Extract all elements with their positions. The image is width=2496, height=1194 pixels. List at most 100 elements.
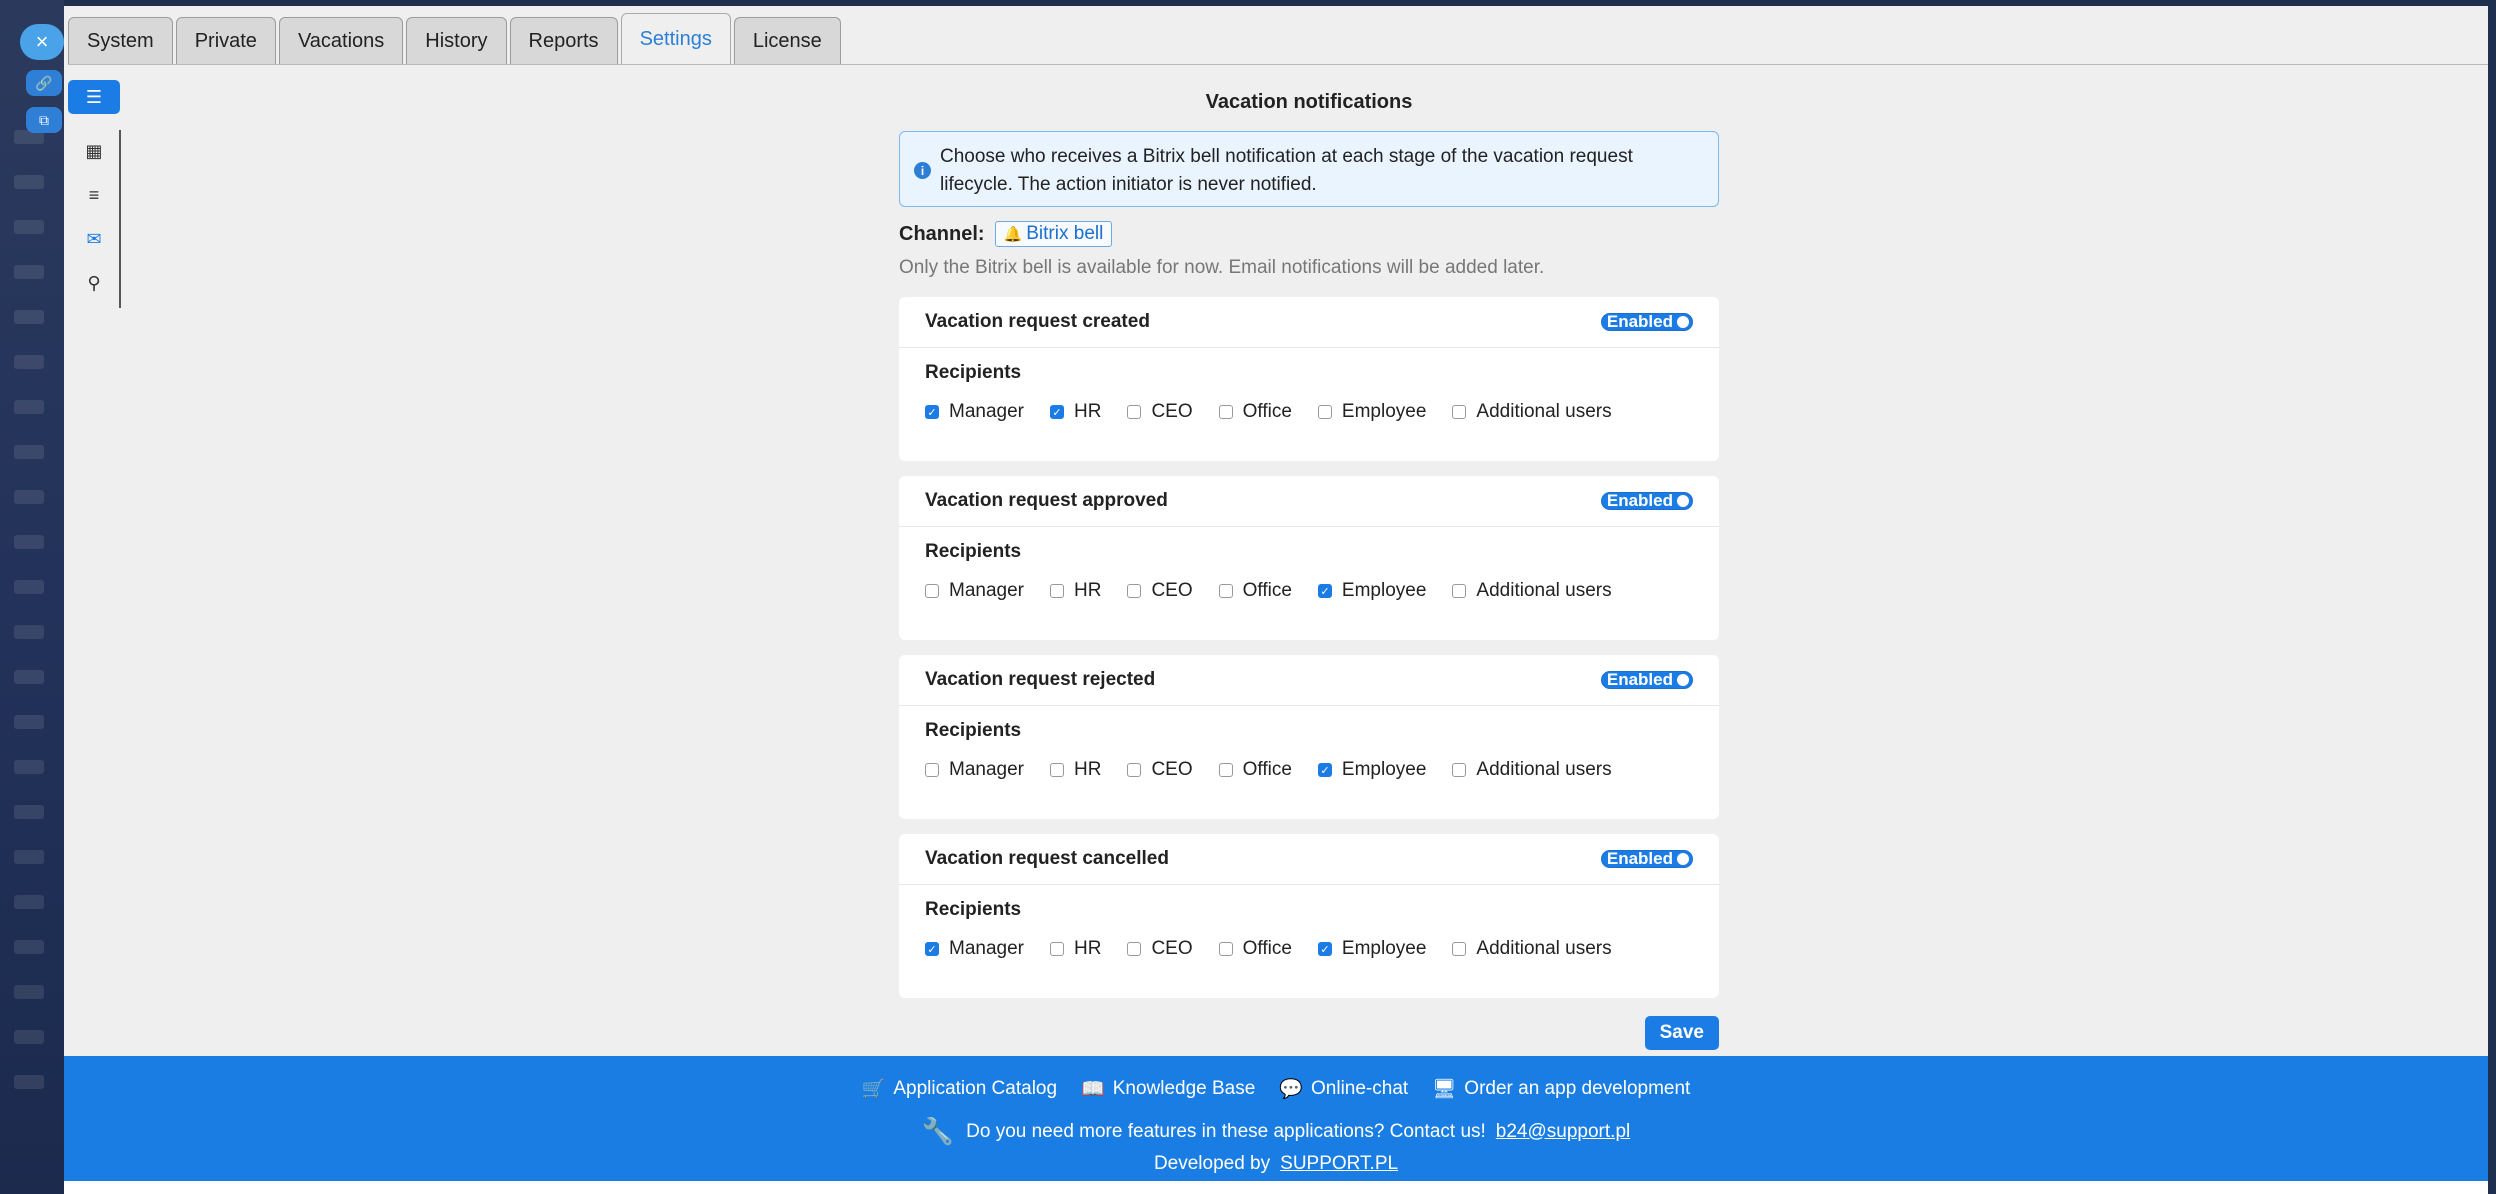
open-new-window-button[interactable]: ⧉: [26, 107, 62, 133]
recipient-option[interactable]: ✓ Manager: [925, 401, 1024, 423]
recipient-option[interactable]: Additional users: [1452, 580, 1612, 602]
tab-system[interactable]: System: [68, 17, 173, 65]
checkbox[interactable]: ✓: [925, 942, 939, 956]
background-item: [14, 220, 44, 234]
recipient-label: Office: [1242, 580, 1292, 601]
footer-dev-link[interactable]: SUPPORT.PL: [1280, 1153, 1398, 1175]
checkbox[interactable]: [1452, 584, 1467, 598]
checkbox[interactable]: ✓: [1317, 763, 1332, 777]
recipient-option[interactable]: ✓ HR: [1050, 401, 1101, 423]
checkbox[interactable]: [1127, 942, 1142, 956]
footer-link-label: Order an app development: [1464, 1078, 1691, 1099]
recipient-option[interactable]: CEO: [1127, 580, 1193, 602]
recipient-option[interactable]: Manager: [925, 759, 1024, 781]
checkbox[interactable]: ✓: [925, 405, 939, 419]
checkbox[interactable]: [1050, 942, 1064, 956]
checkbox[interactable]: [1218, 763, 1233, 777]
align-left-icon: ≡: [88, 184, 100, 205]
card-header: Vacation request rejected Enabled: [899, 655, 1719, 706]
checkbox[interactable]: [1050, 584, 1064, 598]
recipient-option[interactable]: CEO: [1127, 759, 1193, 781]
checkbox[interactable]: [1317, 405, 1332, 419]
toggle-label: Enabled: [1606, 670, 1673, 689]
recipient-label: Additional users: [1476, 401, 1612, 422]
recipient-option[interactable]: Office: [1218, 401, 1292, 423]
enabled-toggle[interactable]: Enabled: [1600, 312, 1693, 331]
background-item: [14, 535, 44, 549]
enabled-toggle[interactable]: Enabled: [1600, 670, 1693, 689]
background-item: [14, 445, 44, 459]
recipient-option[interactable]: Additional users: [1452, 759, 1612, 781]
channel-chip: 🔔 Bitrix bell: [994, 221, 1113, 247]
footer-link-knowledge-base[interactable]: 📖 Knowledge Base: [1081, 1077, 1255, 1101]
tab-private[interactable]: Private: [175, 17, 276, 65]
recipient-option[interactable]: CEO: [1127, 938, 1193, 960]
chat-icon: 💬: [1279, 1079, 1303, 1100]
info-box: i Choose who receives a Bitrix bell noti…: [899, 131, 1719, 207]
checkbox[interactable]: [1127, 763, 1142, 777]
recipient-option[interactable]: Additional users: [1452, 938, 1612, 960]
tab-license[interactable]: License: [733, 17, 841, 65]
channel-row: Channel: 🔔 Bitrix bell: [899, 221, 1719, 247]
footer-link-label: Application Catalog: [893, 1078, 1058, 1099]
enabled-toggle[interactable]: Enabled: [1600, 849, 1693, 868]
enabled-toggle[interactable]: Enabled: [1600, 491, 1693, 510]
settings-nav-list[interactable]: ☰: [68, 80, 120, 114]
tab-vacations[interactable]: Vacations: [278, 17, 404, 65]
checkbox[interactable]: [1452, 942, 1467, 956]
checkbox[interactable]: [1218, 405, 1233, 419]
recipient-option[interactable]: Additional users: [1452, 401, 1612, 423]
checkbox[interactable]: ✓: [1050, 405, 1064, 419]
checkbox[interactable]: ✓: [1317, 942, 1332, 956]
link-icon: 🔗: [35, 74, 53, 91]
recipient-option[interactable]: Office: [1218, 938, 1292, 960]
recipient-label: Office: [1242, 401, 1292, 422]
card-body: Recipients ✓ Manager HR CEO Office ✓ Employee Ad…: [899, 885, 1719, 961]
recipient-option[interactable]: Office: [1218, 759, 1292, 781]
card-header: Vacation request approved Enabled: [899, 476, 1719, 527]
channel-label: Channel:: [899, 222, 985, 245]
recipient-option[interactable]: ✓ Employee: [1317, 580, 1426, 602]
checkbox[interactable]: [1218, 942, 1233, 956]
recipient-label: Office: [1242, 759, 1292, 780]
save-button[interactable]: Save: [1644, 1016, 1719, 1050]
tab-reports[interactable]: Reports: [509, 17, 618, 65]
recipient-checkboxes: Manager HR CEO Office ✓ Employee Additional us…: [925, 758, 1693, 782]
recipient-checkboxes: ✓ Manager HR CEO Office ✓ Employee Additional u…: [925, 937, 1693, 961]
tab-history[interactable]: History: [406, 17, 507, 65]
recipient-option[interactable]: HR: [1050, 580, 1101, 602]
recipient-option[interactable]: CEO: [1127, 401, 1193, 423]
checkbox[interactable]: [1127, 584, 1142, 598]
recipient-option[interactable]: Office: [1218, 580, 1292, 602]
settings-nav-mail[interactable]: ✉: [68, 222, 120, 256]
checkbox[interactable]: [1452, 763, 1467, 777]
link-button[interactable]: 🔗: [26, 70, 62, 96]
tab-settings[interactable]: Settings: [620, 13, 731, 65]
checkbox[interactable]: [1050, 763, 1064, 777]
footer-link-order-app[interactable]: 🖥 Order an app development: [1432, 1077, 1690, 1101]
recipient-option[interactable]: HR: [1050, 759, 1101, 781]
checkbox[interactable]: [925, 584, 939, 598]
checkbox[interactable]: [1452, 405, 1467, 419]
settings-nav-plugin[interactable]: ⚲: [68, 266, 120, 300]
cart-icon: 🛒: [861, 1079, 886, 1100]
settings-nav-text[interactable]: ≡: [68, 178, 120, 212]
checkbox[interactable]: [1218, 584, 1233, 598]
notification-card: Vacation request created Enabled Recipient…: [899, 297, 1719, 461]
footer-link-online-chat[interactable]: 💬 Online-chat: [1279, 1077, 1408, 1101]
recipient-option[interactable]: ✓ Employee: [1317, 759, 1426, 781]
recipient-option[interactable]: HR: [1050, 938, 1101, 960]
checkbox[interactable]: [1127, 405, 1142, 419]
checkbox[interactable]: [925, 763, 939, 777]
close-slider-button[interactable]: ×: [20, 24, 64, 60]
checkbox[interactable]: ✓: [1317, 584, 1332, 598]
recipient-option[interactable]: ✓ Manager: [925, 938, 1024, 960]
recipient-label: Manager: [949, 580, 1024, 601]
recipient-option[interactable]: Manager: [925, 580, 1024, 602]
recipient-checkboxes: ✓ Manager ✓ HR CEO Office Employee Additional u…: [925, 400, 1693, 424]
footer-email-link[interactable]: b24@support.pl: [1496, 1121, 1630, 1143]
recipient-option[interactable]: Employee: [1317, 401, 1426, 423]
settings-nav-grid[interactable]: ▦: [68, 134, 120, 168]
recipient-option[interactable]: ✓ Employee: [1317, 938, 1426, 960]
footer-link-catalog[interactable]: 🛒 Application Catalog: [862, 1077, 1057, 1101]
